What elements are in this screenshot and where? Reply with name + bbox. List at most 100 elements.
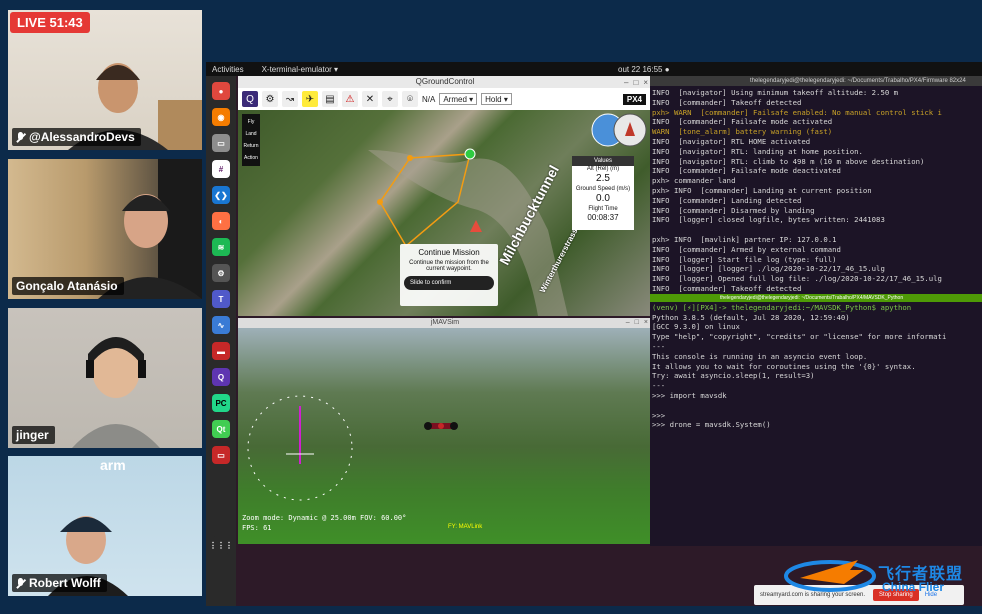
ground-speed-value: 0.0 <box>596 193 610 204</box>
window-controls: – □ × <box>626 318 648 328</box>
terminal-line: >>> import mavsdk <box>652 390 727 400</box>
zoom-info: Zoom mode: Dynamic @ 25.00m FOV: 60.00° <box>242 514 407 522</box>
jmavsim-titlebar: jMAVSim – □ × <box>238 318 652 328</box>
plan-icon[interactable]: ↝ <box>282 91 298 107</box>
terminal-split-title: thelegendaryjedi@thelegendaryjedi: ~/Doc… <box>650 293 982 302</box>
fly-tools: Fly Land Return Action <box>242 114 260 166</box>
vscode-icon[interactable]: ❮❯ <box>212 186 230 204</box>
map-view[interactable]: Fly Land Return Action Milchbucktunnel W… <box>238 110 652 316</box>
fly-tool-item[interactable]: Land <box>242 128 260 140</box>
vehicle-setup-icon[interactable]: ⚙ <box>262 91 278 107</box>
flight-time-value: 00:08:37 <box>587 213 619 222</box>
activities-button[interactable]: Activities <box>212 65 244 74</box>
monitor-icon[interactable]: ∿ <box>212 316 230 334</box>
dialog-title: Continue Mission <box>418 248 480 257</box>
terminal-line: INFO [commander] Failsafe mode deactivat… <box>652 166 841 176</box>
terminal-line: INFO [logger] Start file log (type: full… <box>652 254 837 264</box>
firefox-icon[interactable]: ◉ <box>212 108 230 126</box>
teams-icon[interactable]: T <box>212 290 230 308</box>
terminal-line: --- <box>652 381 666 391</box>
flight-mode-dropdown[interactable]: Hold ▾ <box>481 93 512 105</box>
simulation-view[interactable]: Zoom mode: Dynamic @ 25.00m FOV: 60.00° … <box>238 328 652 544</box>
app-menu[interactable]: X-terminal-emulator ▾ <box>262 65 338 74</box>
terminal-line: INFO [navigator] RTL: climb to 498 m (10… <box>652 156 925 166</box>
terminal-line: pxh> commander land <box>652 176 736 186</box>
terminal-line: INFO [commander] Armed by external comma… <box>652 244 841 254</box>
participant-tile[interactable]: jinger <box>8 308 202 448</box>
show-apps-icon[interactable]: ⋮⋮⋮ <box>209 536 233 554</box>
fly-tool-item[interactable]: Return <box>242 140 260 152</box>
analyze-icon[interactable]: ▤ <box>322 91 338 107</box>
settings-icon[interactable]: ⚙ <box>212 264 230 282</box>
terminal-line: INFO [logger] [logger] ./log/2020-10-22/… <box>652 264 885 274</box>
px4-console[interactable]: INFO [navigator] Using minimum takeoff a… <box>650 86 982 294</box>
minimize-icon[interactable]: – <box>624 77 628 89</box>
minimize-icon[interactable]: – <box>626 318 630 328</box>
terminal-icon[interactable]: ▬ <box>212 342 230 360</box>
participant-tile[interactable]: LIVE 51:43 @AlessandroDevs <box>8 10 202 150</box>
participants-panel: LIVE 51:43 @AlessandroDevs Gonçalo Ataná… <box>8 10 202 606</box>
pycharm-icon[interactable]: PC <box>212 394 230 412</box>
svg-text:arm: arm <box>100 457 126 473</box>
qgc-window: QGroundControl – □ × Q ⚙ ↝ ✈ ▤ ⚠ ✕ ⌖ ⌾ N… <box>238 76 652 316</box>
slack-icon[interactable]: # <box>212 160 230 178</box>
terminal-line: pxh> INFO [mavlink] partner IP: 127.0.0.… <box>652 234 837 244</box>
armed-dropdown[interactable]: Armed ▾ <box>439 93 478 105</box>
terminal-line: INFO [commander] Disarmed by landing <box>652 205 815 215</box>
warning-icon[interactable]: ⚠ <box>342 91 358 107</box>
zoom-icon[interactable]: ◐ <box>212 212 230 230</box>
spotify-icon[interactable]: ≋ <box>212 238 230 256</box>
terminal-line: INFO [commander] Takeoff detected <box>652 283 802 293</box>
python-console[interactable]: (venv) [⚡][PX4]-> thelegendaryjedi:~/MAV… <box>650 302 982 431</box>
jmavsim-window: jMAVSim – □ × Zoom mode: Dynamic @ 25.00… <box>238 318 652 544</box>
fly-icon[interactable]: ✈ <box>302 91 318 107</box>
qgc-icon[interactable]: Q <box>212 368 230 386</box>
fps-info: FPS: 61 <box>242 524 272 532</box>
participant-name: Gonçalo Atanásio <box>12 277 124 295</box>
mic-muted-icon <box>16 577 25 589</box>
screen-icon[interactable]: ▭ <box>212 446 230 464</box>
plane-logo-icon <box>784 560 876 592</box>
terminal-line: >>> <box>652 410 666 420</box>
participant-name: Robert Wolff <box>12 574 107 592</box>
terminal-line: It allows you to wait for coroutines usi… <box>652 361 916 371</box>
ubuntu-topbar: Activities X-terminal-emulator ▾ out 22 … <box>206 62 982 76</box>
terminal-window[interactable]: thelegendaryjedi@thelegendaryjedi: ~/Doc… <box>650 76 982 546</box>
slide-to-confirm[interactable]: Slide to confirm <box>404 276 494 290</box>
shared-screen: Activities X-terminal-emulator ▾ out 22 … <box>206 62 982 606</box>
hud-overlay <box>247 395 458 501</box>
fly-tool-item[interactable]: Fly <box>242 116 260 128</box>
terminal-line: INFO [navigator] Using minimum takeoff a… <box>652 88 899 97</box>
gps-icon[interactable]: ⌾ <box>402 91 418 107</box>
terminal-line: Try: await asyncio.sleep(1, result=3) <box>652 371 815 381</box>
terminal-line: INFO [navigator] RTL HOME activated <box>652 136 811 146</box>
window-controls: – □ × <box>624 77 648 89</box>
live-badge: LIVE 51:43 <box>10 12 90 33</box>
mic-muted-icon <box>16 131 25 143</box>
values-header: Values <box>572 156 634 166</box>
terminal-line: INFO [logger] closed logfile, bytes writ… <box>652 215 885 225</box>
terminal-line: INFO [navigator] RTL: landing at home po… <box>652 146 863 156</box>
watermark: 飞行者联盟 China Flier <box>780 540 980 600</box>
fly-tool-item[interactable]: Action <box>242 152 260 164</box>
terminal-line: --- <box>652 341 666 351</box>
clock[interactable]: out 22 16:55 ● <box>618 65 670 74</box>
terminal-line: INFO [commander] Failsafe mode activated <box>652 117 833 127</box>
close-icon[interactable]: × <box>643 77 648 89</box>
participant-tile[interactable]: arm Robert Wolff <box>8 456 202 596</box>
maximize-icon[interactable]: □ <box>633 77 638 89</box>
terminal-line: pxh> INFO [commander] Landing at current… <box>652 185 872 195</box>
px4-logo: PX4 <box>622 93 646 105</box>
participant-tile[interactable]: Gonçalo Atanásio <box>8 159 202 299</box>
qt-icon[interactable]: Qt <box>212 420 230 438</box>
maximize-icon[interactable]: □ <box>635 318 639 328</box>
terminal-line: INFO [logger] Opened full log file: ./lo… <box>652 274 942 284</box>
vehicle-icon[interactable]: ✕ <box>362 91 378 107</box>
qgc-logo-icon[interactable]: Q <box>242 91 258 107</box>
rc-icon[interactable]: ⌖ <box>382 91 398 107</box>
values-widget: Values Alt (Rel) (m) 2.5 Ground Speed (m… <box>572 156 634 230</box>
chrome-icon[interactable]: ● <box>212 82 230 100</box>
files-icon[interactable]: ▭ <box>212 134 230 152</box>
close-icon[interactable]: × <box>644 318 648 328</box>
